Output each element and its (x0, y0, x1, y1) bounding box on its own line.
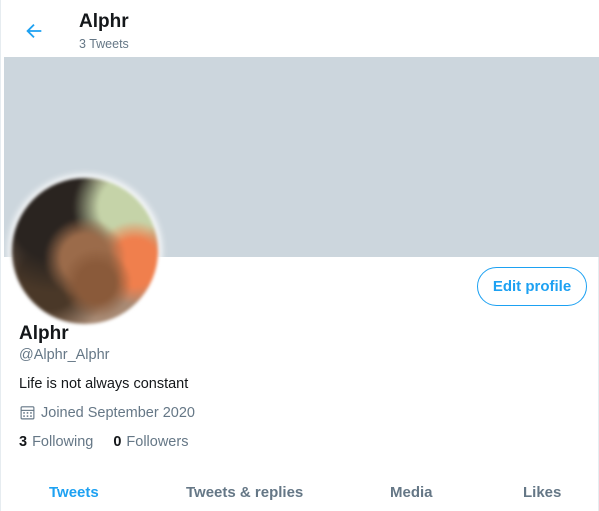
top-header: Alphr 3 Tweets (1, 0, 599, 57)
avatar[interactable] (12, 178, 158, 324)
calendar-icon (20, 406, 35, 420)
profile-handle: @Alphr_Alphr (19, 347, 110, 363)
back-button[interactable] (15, 12, 53, 50)
joined-date: Joined September 2020 (19, 404, 195, 421)
tab-tweets[interactable]: Tweets (49, 484, 99, 501)
arrow-left-icon (26, 23, 42, 39)
following-link[interactable]: 3 Following (19, 434, 93, 450)
edit-profile-button[interactable]: Edit profile (477, 267, 587, 306)
tab-likes[interactable]: Likes (523, 484, 561, 501)
following-count: 3 (19, 434, 28, 450)
joined-text: Joined September 2020 (41, 404, 195, 421)
header-name: Alphr (79, 11, 129, 32)
profile-bio: Life is not always constant (19, 376, 189, 392)
following-label: Following (32, 434, 94, 450)
profile-page: Alphr 3 Tweets Edit profile Alphr @Alphr… (0, 0, 599, 511)
followers-count: 0 (113, 434, 122, 450)
followers-label: Followers (126, 434, 189, 450)
profile-name: Alphr (19, 323, 69, 344)
tab-tweets-and-replies[interactable]: Tweets & replies (186, 484, 303, 501)
followers-link[interactable]: 0 Followers (113, 434, 188, 450)
profile-tabs: Tweets Tweets & replies Media Likes (1, 470, 599, 511)
header-tweet-count: 3 Tweets (79, 37, 129, 51)
tab-media[interactable]: Media (390, 484, 433, 501)
follow-stats: 3 Following 0 Followers (19, 434, 208, 450)
